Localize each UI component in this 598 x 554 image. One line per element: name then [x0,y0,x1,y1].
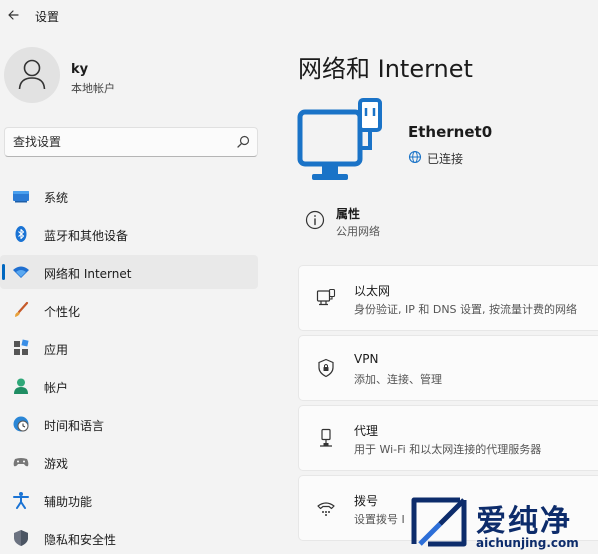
card-subtitle: 身份验证, IP 和 DNS 设置, 按流量计费的网络 [354,303,578,316]
sidebar-item-label: 系统 [44,191,69,205]
card-ethernet[interactable]: 以太网 身份验证, IP 和 DNS 设置, 按流量计费的网络 [298,265,598,331]
sidebar-item-network[interactable]: 网络和 Internet [0,255,258,289]
sidebar-item-system[interactable]: 系统 [0,179,258,213]
search-box[interactable] [4,127,258,157]
card-proxy[interactable]: 代理 用于 Wi-Fi 和以太网连接的代理服务器 [298,405,598,471]
sidebar-item-accessibility[interactable]: 辅助功能 [0,483,258,517]
connection-status: 已连接 [427,152,464,166]
card-subtitle: 用于 Wi-Fi 和以太网连接的代理服务器 [354,443,542,456]
card-title: VPN [354,352,379,366]
sidebar-item-label: 蓝牙和其他设备 [44,229,129,243]
globe-clock-icon [13,416,29,432]
sidebar-item-privacy[interactable]: 隐私和安全性 [0,521,258,554]
avatar[interactable] [4,47,60,103]
card-title: 以太网 [354,284,391,298]
proxy-icon [320,428,332,447]
sidebar-item-label: 隐私和安全性 [44,533,117,547]
selection-indicator [2,264,5,280]
properties-subtitle: 公用网络 [336,225,380,238]
card-vpn[interactable]: VPN 添加、连接、管理 [298,335,598,401]
bluetooth-icon [15,226,27,242]
title-bar: 设置 [0,0,598,30]
sidebar-item-accounts[interactable]: 帐户 [0,369,258,403]
sidebar-item-label: 游戏 [44,457,69,471]
user-avatar-icon [18,59,46,90]
watermark: 爱纯净 aichunjing.com [410,496,598,554]
vpn-shield-icon [318,358,334,378]
user-name: ky [71,62,89,77]
properties-title[interactable]: 属性 [336,205,360,222]
sidebar-item-label: 辅助功能 [44,495,93,509]
sidebar-item-gaming[interactable]: 游戏 [0,445,258,479]
back-arrow-icon [8,10,19,20]
sidebar-item-time-language[interactable]: 时间和语言 [0,407,258,441]
brush-icon [15,301,29,317]
watermark-logo-icon [411,497,467,547]
system-icon [13,191,29,203]
back-button[interactable] [4,5,24,25]
sidebar-item-label: 网络和 Internet [44,267,132,281]
account-type: 本地帐户 [71,82,115,95]
globe-icon [408,150,422,164]
gamepad-icon [13,458,29,467]
sidebar-item-label: 帐户 [44,381,69,395]
card-subtitle: 添加、连接、管理 [354,373,442,386]
watermark-url: aichunjing.com [476,536,579,550]
ethernet-monitor-icon [297,98,382,180]
shield-icon [14,530,28,546]
search-icon[interactable] [235,134,251,150]
card-title: 代理 [354,424,379,438]
watermark-text: 爱纯净 [476,504,572,539]
sidebar: ky 本地帐户 系统 蓝牙和其他设备 网络和 Internet [0,30,270,554]
info-icon[interactable] [305,210,325,230]
sidebar-item-label: 个性化 [44,305,81,319]
wifi-icon [13,266,29,278]
main-content: 网络和 Internet Ethernet0 已连接 属性 公用网络 以太网 身… [270,30,598,554]
sidebar-item-personalization[interactable]: 个性化 [0,293,258,327]
search-input[interactable] [13,133,218,151]
page-title: 网络和 Internet [298,55,473,83]
card-title: 拨号 [354,494,379,508]
person-icon [14,378,28,394]
sidebar-item-label: 时间和语言 [44,419,105,433]
app-title: 设置 [35,10,60,24]
card-subtitle: 设置拨号 I [354,513,405,526]
sidebar-item-apps[interactable]: 应用 [0,331,258,365]
apps-icon [14,339,29,355]
dialup-icon [317,502,335,516]
accessibility-icon [13,492,29,509]
sidebar-item-bluetooth[interactable]: 蓝牙和其他设备 [0,217,258,251]
ethernet-icon [316,288,336,306]
connection-name: Ethernet0 [408,123,493,141]
sidebar-item-label: 应用 [44,343,69,357]
